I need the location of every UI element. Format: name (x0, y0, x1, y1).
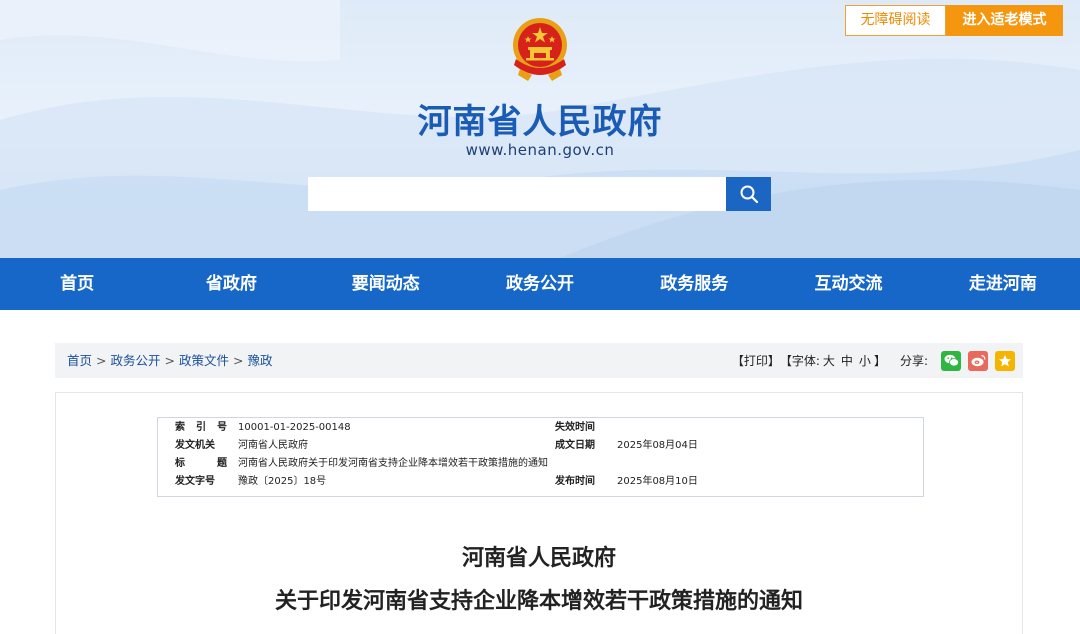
national-emblem-icon (508, 15, 572, 83)
document-number-value: 豫政〔2025〕18号 (238, 473, 326, 491)
info-row: 发文字号 豫政〔2025〕18号 发布时间 2025年08月10日 (158, 473, 925, 491)
page-tools: 【打印】 【字体: 大 中 小 】 分享: (732, 343, 1015, 378)
elder-mode-button[interactable]: 进入适老模式 (946, 5, 1063, 36)
breadcrumb-bar: 首页 > 政务公开 > 政策文件 > 豫政 【打印】 【字体: 大 中 小 】 … (55, 343, 1023, 378)
info-row: 发文机关 河南省人民政府 成文日期 2025年08月04日 (158, 437, 925, 455)
title-value: 河南省人民政府关于印发河南省支持企业降本增效若干政策措施的通知 (238, 455, 548, 473)
written-date-label: 成文日期 (555, 437, 595, 455)
favorite-share-button[interactable] (995, 351, 1015, 371)
breadcrumb-separator: > (165, 343, 175, 378)
written-date-value: 2025年08月04日 (617, 437, 698, 455)
breadcrumb-home[interactable]: 首页 (67, 343, 92, 378)
breadcrumb-separator: > (96, 343, 106, 378)
font-size-large-button[interactable]: 大 (823, 352, 835, 369)
breadcrumb-policy-documents[interactable]: 政策文件 (179, 343, 229, 378)
nav-item-provincial-government[interactable]: 省政府 (154, 258, 308, 310)
publish-time-value: 2025年08月10日 (617, 473, 698, 491)
search-icon (739, 184, 759, 204)
nav-item-interaction[interactable]: 互动交流 (771, 258, 925, 310)
issuer-value: 河南省人民政府 (238, 437, 308, 455)
site-title: 河南省人民政府 (0, 94, 1080, 143)
document-title: 关于印发河南省支持企业降本增效若干政策措施的通知 (56, 583, 1022, 615)
issuer-label: 发文机关 (175, 437, 227, 455)
breadcrumb-government-affairs[interactable]: 政务公开 (111, 343, 161, 378)
nav-item-news[interactable]: 要闻动态 (309, 258, 463, 310)
favorite-icon (998, 354, 1012, 368)
site-url: www.henan.gov.cn (0, 141, 1080, 159)
breadcrumb-yuzheng[interactable]: 豫政 (248, 343, 273, 378)
main-nav: 首页 省政府 要闻动态 政务公开 政务服务 互动交流 走进河南 (0, 258, 1080, 310)
document-title-issuer: 河南省人民政府 (56, 540, 1022, 572)
expire-time-label: 失效时间 (555, 419, 595, 437)
wechat-share-button[interactable] (941, 351, 961, 371)
weibo-share-button[interactable] (968, 351, 988, 371)
nav-item-about-henan[interactable]: 走进河南 (926, 258, 1080, 310)
index-number-value: 10001-01-2025-00148 (238, 419, 351, 437)
share-label: 分享: (900, 352, 928, 369)
nav-item-government-services[interactable]: 政务服务 (617, 258, 771, 310)
search-input[interactable] (308, 177, 726, 211)
breadcrumb: 首页 > 政务公开 > 政策文件 > 豫政 (67, 343, 273, 378)
accessibility-reading-button[interactable]: 无障碍阅读 (845, 5, 946, 36)
info-row: 索引号 10001-01-2025-00148 失效时间 (158, 419, 925, 437)
font-size-medium-button[interactable]: 中 (841, 352, 853, 369)
print-button[interactable]: 【打印】 (732, 352, 780, 369)
info-row: 标题 河南省人民政府关于印发河南省支持企业降本增效若干政策措施的通知 (158, 455, 925, 473)
weibo-icon (971, 354, 986, 367)
nav-item-government-affairs-disclosure[interactable]: 政务公开 (463, 258, 617, 310)
top-buttons: 无障碍阅读 进入适老模式 (845, 5, 1063, 36)
search-box (308, 177, 771, 211)
document-content: 索引号 10001-01-2025-00148 失效时间 发文机关 河南省人民政… (55, 392, 1023, 634)
wechat-icon (944, 354, 959, 367)
site-header: 无障碍阅读 进入适老模式 河南省人民政府 www.henan.gov.cn (0, 0, 1080, 258)
document-number-label: 发文字号 (175, 473, 227, 491)
publish-time-label: 发布时间 (555, 473, 595, 491)
index-number-label: 索引号 (175, 419, 227, 437)
breadcrumb-separator: > (233, 343, 243, 378)
document-info-table: 索引号 10001-01-2025-00148 失效时间 发文机关 河南省人民政… (157, 417, 924, 497)
title-label: 标题 (175, 455, 227, 473)
font-size-close-bracket: 】 (874, 352, 886, 369)
search-button[interactable] (726, 177, 771, 211)
font-size-small-button[interactable]: 小 (859, 352, 871, 369)
font-size-label: 【字体: (780, 352, 820, 369)
nav-item-home[interactable]: 首页 (0, 258, 154, 310)
